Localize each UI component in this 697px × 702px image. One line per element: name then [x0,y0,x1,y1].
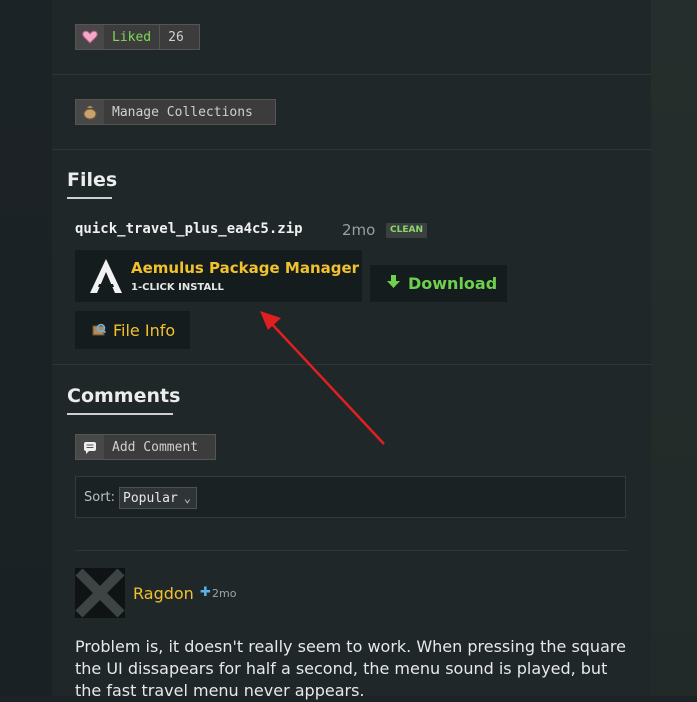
annotation-arrow-icon [260,311,385,445]
